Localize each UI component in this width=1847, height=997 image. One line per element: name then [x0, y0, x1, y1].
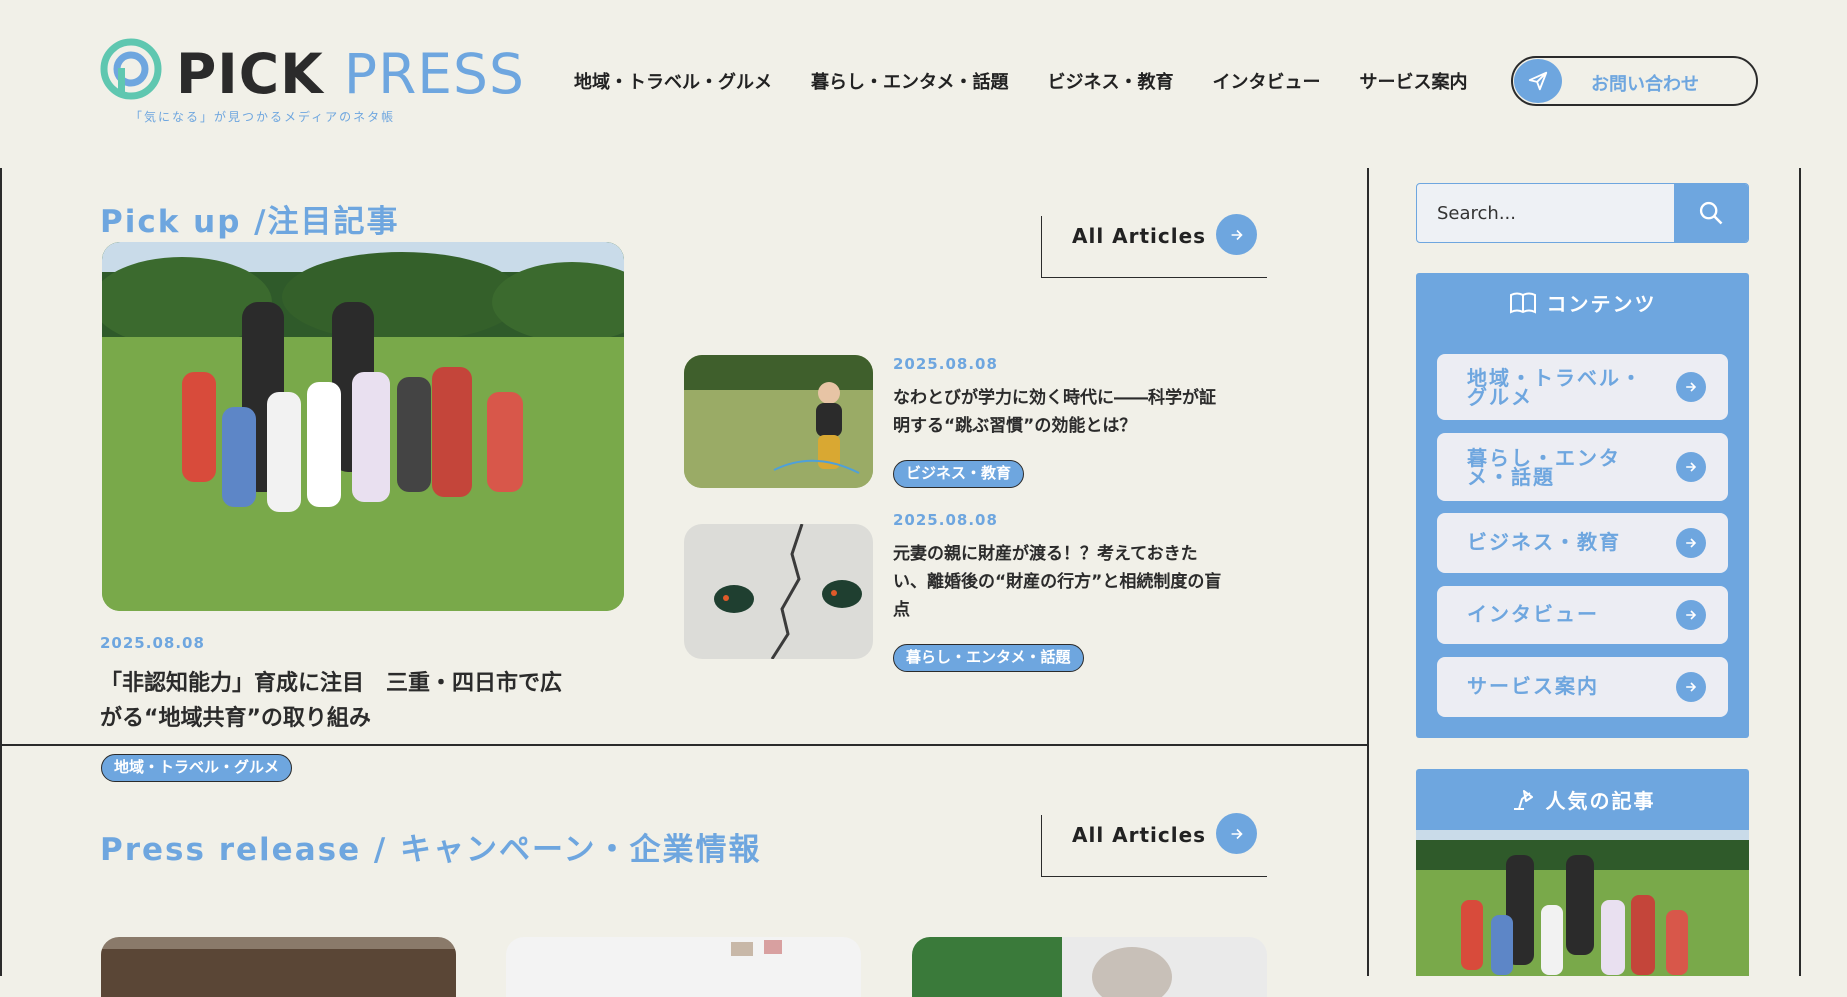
contents-item-label: サービス案内 [1467, 674, 1599, 698]
press-all-articles-button[interactable]: All Articles [1041, 813, 1267, 877]
pickup-main-image[interactable] [102, 242, 624, 611]
nav-item-living[interactable]: 暮らし・エンタメ・話題 [811, 68, 1008, 94]
label-line: グルメ [1467, 385, 1533, 409]
logo-tagline: 「気になる」が見つかるメディアのネタ帳 [130, 110, 396, 124]
lamp-icon [1513, 789, 1533, 810]
search-icon [1699, 201, 1723, 225]
pickup-main-tag[interactable]: 地域・トラベル・グルメ [101, 754, 293, 782]
frame-main-divider [1367, 168, 1369, 976]
contents-item-service[interactable]: サービス案内 [1437, 657, 1728, 717]
contents-panel: コンテンツ 地域・トラベル・ グルメ 暮らし・エンタ メ・話題 ビジネス・教育 … [1416, 273, 1749, 738]
all-articles-label: All Articles [1072, 224, 1207, 248]
arrow-right-icon [1676, 372, 1706, 402]
contact-button[interactable]: お問い合わせ [1511, 56, 1758, 106]
logo-mark-icon [100, 38, 162, 100]
arrow-right-icon [1676, 528, 1706, 558]
logo-pick: PICK [176, 42, 324, 106]
title-line: 明する“跳ぶ習慣”の効能とは？ [893, 416, 1137, 436]
contents-header: コンテンツ [1416, 288, 1749, 317]
site-logo[interactable]: PICK PRESS 「気になる」が見つかるメディアのネタ帳 [100, 38, 524, 128]
label-line: メ・話題 [1467, 465, 1555, 489]
popular-title: 人気の記事 [1545, 789, 1656, 813]
contents-title: コンテンツ [1546, 292, 1657, 316]
contents-item-interview[interactable]: インタビュー [1437, 586, 1728, 644]
main-nav: 地域・トラベル・グルメ 暮らし・エンタメ・話題 ビジネス・教育 インタビュー サ… [574, 68, 1467, 94]
nav-item-business[interactable]: ビジネス・教育 [1047, 68, 1173, 94]
popular-article-image[interactable] [1416, 830, 1749, 976]
title-line: なわとびが学力に効く時代に――科学が証 [893, 388, 1216, 408]
search-input[interactable] [1417, 184, 1675, 242]
pickup-side-image-1[interactable] [684, 355, 873, 488]
popular-panel: 人気の記事 [1416, 769, 1749, 976]
contents-item-business[interactable]: ビジネス・教育 [1437, 513, 1728, 573]
nav-item-local[interactable]: 地域・トラベル・グルメ [574, 68, 772, 94]
pickup-title: Pick up /注目記事 [100, 204, 400, 240]
title-line: がる“地域共育”の取り組み [100, 706, 371, 731]
nav-item-interview[interactable]: インタビュー [1212, 68, 1320, 94]
press-title: Press release / キャンペーン・企業情報 [100, 832, 762, 868]
contents-item-label: ビジネス・教育 [1467, 530, 1621, 554]
pickup-side-tag-2[interactable]: 暮らし・エンタメ・話題 [893, 644, 1084, 672]
pickup-main-date: 2025.08.08 [100, 634, 205, 652]
arrow-right-icon [1676, 452, 1706, 482]
contact-label: お問い合わせ [1591, 74, 1699, 95]
title-line: 元妻の親に財産が渡る！？考えておきた [893, 544, 1198, 564]
frame-left-border [0, 168, 2, 976]
logo-wordmark: PICK PRESS [176, 42, 525, 106]
contents-item-label: 地域・トラベル・ グルメ [1467, 368, 1643, 409]
press-card-image-1[interactable] [101, 937, 456, 997]
pickup-side-date-2: 2025.08.08 [893, 511, 998, 529]
pickup-side-tag-1[interactable]: ビジネス・教育 [893, 460, 1025, 488]
logo-press: PRESS [343, 42, 525, 106]
pickup-main-title[interactable]: 「非認知能力」育成に注目 三重・四日市で広 がる“地域共育”の取り組み [100, 666, 562, 736]
section-divider [0, 744, 1368, 746]
title-line: 「非認知能力」育成に注目 三重・四日市で広 [100, 671, 563, 696]
title-line: 点 [893, 600, 910, 620]
pickup-all-articles-button[interactable]: All Articles [1041, 214, 1267, 278]
contents-item-label: 暮らし・エンタ メ・話題 [1467, 448, 1621, 489]
frame-right-border [1799, 168, 1801, 976]
arrow-right-icon [1676, 600, 1706, 630]
contents-item-living[interactable]: 暮らし・エンタ メ・話題 [1437, 433, 1728, 501]
arrow-right-icon [1216, 813, 1257, 854]
contents-item-local[interactable]: 地域・トラベル・ グルメ [1437, 354, 1728, 420]
pickup-side-title-1[interactable]: なわとびが学力に効く時代に――科学が証 明する“跳ぶ習慣”の効能とは？ [893, 384, 1216, 440]
arrow-right-icon [1216, 214, 1257, 255]
title-line: い、離婚後の“財産の行方”と相続制度の盲 [893, 572, 1222, 592]
contents-item-label: インタビュー [1467, 602, 1599, 626]
press-card-image-3[interactable] [912, 937, 1267, 997]
pickup-side-image-2[interactable] [684, 524, 873, 659]
pickup-side-title-2[interactable]: 元妻の親に財産が渡る！？考えておきた い、離婚後の“財産の行方”と相続制度の盲 … [893, 540, 1221, 624]
search-box [1416, 183, 1749, 243]
paper-plane-icon [1514, 59, 1562, 103]
pickup-side-date-1: 2025.08.08 [893, 355, 998, 373]
all-articles-label: All Articles [1072, 823, 1207, 847]
popular-header: 人気の記事 [1416, 785, 1749, 814]
search-button[interactable] [1674, 184, 1748, 242]
book-icon [1509, 292, 1536, 314]
nav-item-service[interactable]: サービス案内 [1359, 68, 1467, 94]
press-card-image-2[interactable] [506, 937, 861, 997]
arrow-right-icon [1676, 672, 1706, 702]
